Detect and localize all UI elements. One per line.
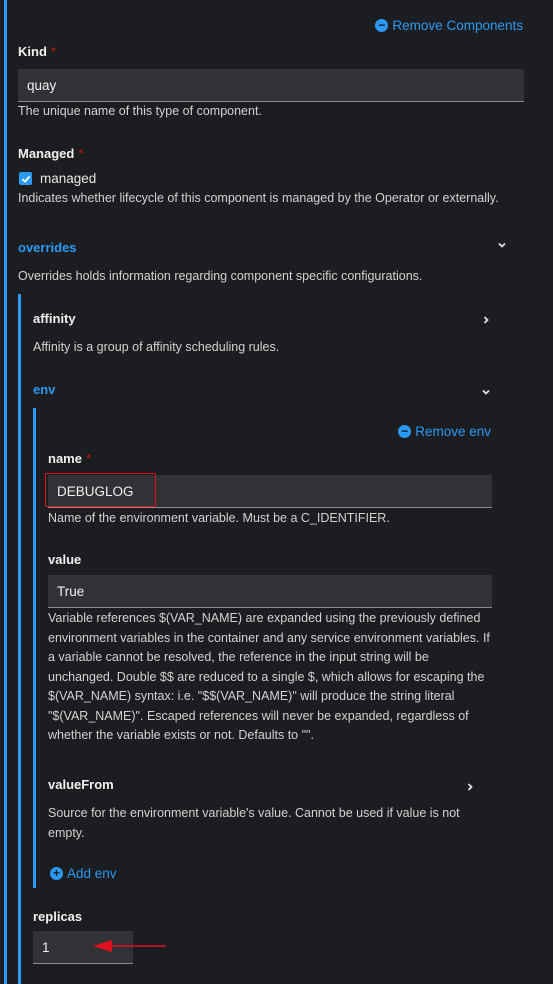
affinity-help: Affinity is a group of affinity scheduli… [33, 340, 280, 354]
affinity-toggle[interactable]: affinity [33, 311, 76, 326]
kind-label-text: Kind [18, 44, 47, 59]
value-from-toggle[interactable]: valueFrom [48, 777, 114, 792]
managed-checkbox-label[interactable]: managed [40, 171, 96, 186]
value-label: value [48, 552, 82, 567]
check-icon [21, 175, 30, 183]
managed-help: Indicates whether lifecycle of this comp… [18, 191, 499, 205]
env-value-input[interactable] [48, 575, 492, 608]
required-marker: * [85, 451, 92, 466]
value-help: Variable references $(VAR_NAME) are expa… [48, 611, 490, 742]
add-env-label: Add env [67, 866, 117, 881]
required-marker: * [50, 44, 56, 59]
plus-circle-icon: + [50, 867, 63, 880]
overrides-help: Overrides holds information regarding co… [18, 269, 423, 283]
kind-help: The unique name of this type of componen… [18, 104, 262, 118]
managed-checkbox[interactable] [19, 172, 32, 185]
chevron-right-icon[interactable] [465, 780, 475, 795]
remove-env-button[interactable]: − Remove env [398, 424, 491, 439]
env-toggle[interactable]: env [33, 382, 55, 397]
replicas-label: replicas [33, 909, 83, 924]
value-from-help: Source for the environment variable's va… [48, 806, 460, 840]
chevron-down-icon[interactable] [497, 238, 507, 253]
components-section-bar [4, 0, 7, 984]
required-marker: * [78, 146, 84, 161]
overrides-section-bar [18, 294, 21, 984]
remove-components-button[interactable]: − Remove Components [375, 18, 523, 33]
highlight-box [45, 473, 156, 507]
minus-circle-icon: − [398, 425, 412, 438]
kind-input[interactable] [18, 69, 524, 102]
annotation-arrow [93, 940, 166, 952]
chevron-down-icon[interactable] [481, 385, 491, 400]
env-section-bar [33, 408, 36, 888]
chevron-right-icon[interactable] [481, 313, 491, 328]
remove-components-label: Remove Components [392, 18, 523, 33]
kind-label: Kind * [18, 44, 56, 59]
name-label-text: name [48, 451, 82, 466]
minus-circle-icon: − [375, 19, 389, 32]
managed-label: Managed * [18, 146, 83, 161]
overrides-toggle[interactable]: overrides [18, 240, 77, 255]
add-env-button[interactable]: + Add env [50, 866, 117, 881]
remove-env-label: Remove env [415, 424, 491, 439]
managed-label-text: Managed [18, 146, 75, 161]
name-help: Name of the environment variable. Must b… [48, 511, 390, 525]
name-label: name * [48, 451, 91, 466]
